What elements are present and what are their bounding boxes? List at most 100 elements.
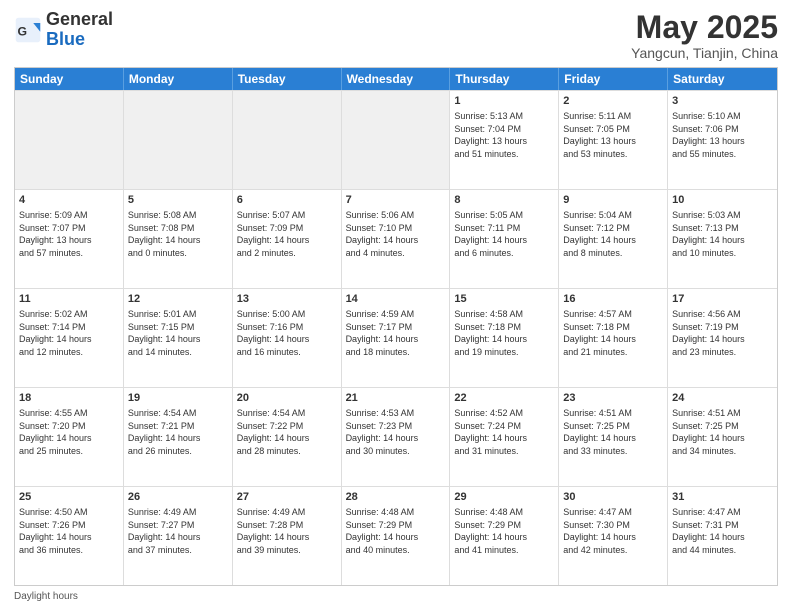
day-number: 7	[346, 193, 446, 208]
cell-info: Sunrise: 4:50 AM Sunset: 7:26 PM Dayligh…	[19, 506, 119, 556]
calendar-cell: 8Sunrise: 5:05 AM Sunset: 7:11 PM Daylig…	[450, 190, 559, 288]
day-number: 28	[346, 490, 446, 505]
day-number: 25	[19, 490, 119, 505]
cell-info: Sunrise: 4:53 AM Sunset: 7:23 PM Dayligh…	[346, 407, 446, 457]
day-number: 19	[128, 391, 228, 406]
calendar-cell: 26Sunrise: 4:49 AM Sunset: 7:27 PM Dayli…	[124, 487, 233, 585]
calendar-cell: 20Sunrise: 4:54 AM Sunset: 7:22 PM Dayli…	[233, 388, 342, 486]
calendar-header: SundayMondayTuesdayWednesdayThursdayFrid…	[15, 68, 777, 90]
header-day-wednesday: Wednesday	[342, 68, 451, 90]
header-day-monday: Monday	[124, 68, 233, 90]
day-number: 24	[672, 391, 773, 406]
day-number: 27	[237, 490, 337, 505]
calendar-cell: 5Sunrise: 5:08 AM Sunset: 7:08 PM Daylig…	[124, 190, 233, 288]
calendar-cell: 29Sunrise: 4:48 AM Sunset: 7:29 PM Dayli…	[450, 487, 559, 585]
day-number: 16	[563, 292, 663, 307]
cell-info: Sunrise: 5:08 AM Sunset: 7:08 PM Dayligh…	[128, 209, 228, 259]
day-number: 20	[237, 391, 337, 406]
logo-icon: G	[14, 16, 42, 44]
calendar-cell: 9Sunrise: 5:04 AM Sunset: 7:12 PM Daylig…	[559, 190, 668, 288]
svg-text:G: G	[18, 24, 28, 38]
calendar-cell: 17Sunrise: 4:56 AM Sunset: 7:19 PM Dayli…	[668, 289, 777, 387]
day-number: 6	[237, 193, 337, 208]
title-block: May 2025 Yangcun, Tianjin, China	[631, 10, 778, 61]
header: G General Blue May 2025 Yangcun, Tianjin…	[14, 10, 778, 61]
day-number: 5	[128, 193, 228, 208]
cell-info: Sunrise: 5:13 AM Sunset: 7:04 PM Dayligh…	[454, 110, 554, 160]
cell-info: Sunrise: 4:55 AM Sunset: 7:20 PM Dayligh…	[19, 407, 119, 457]
calendar-row-2: 11Sunrise: 5:02 AM Sunset: 7:14 PM Dayli…	[15, 288, 777, 387]
header-day-tuesday: Tuesday	[233, 68, 342, 90]
header-day-friday: Friday	[559, 68, 668, 90]
calendar-cell: 24Sunrise: 4:51 AM Sunset: 7:25 PM Dayli…	[668, 388, 777, 486]
calendar-cell: 18Sunrise: 4:55 AM Sunset: 7:20 PM Dayli…	[15, 388, 124, 486]
footer: Daylight hours	[14, 591, 778, 602]
cell-info: Sunrise: 5:10 AM Sunset: 7:06 PM Dayligh…	[672, 110, 773, 160]
day-number: 3	[672, 94, 773, 109]
calendar-cell: 15Sunrise: 4:58 AM Sunset: 7:18 PM Dayli…	[450, 289, 559, 387]
cell-info: Sunrise: 4:59 AM Sunset: 7:17 PM Dayligh…	[346, 308, 446, 358]
logo-blue: Blue	[46, 29, 85, 49]
day-number: 12	[128, 292, 228, 307]
calendar-row-4: 25Sunrise: 4:50 AM Sunset: 7:26 PM Dayli…	[15, 486, 777, 585]
calendar-cell: 30Sunrise: 4:47 AM Sunset: 7:30 PM Dayli…	[559, 487, 668, 585]
calendar-cell: 19Sunrise: 4:54 AM Sunset: 7:21 PM Dayli…	[124, 388, 233, 486]
calendar-cell	[124, 91, 233, 189]
logo-general: General	[46, 9, 113, 29]
calendar-cell: 10Sunrise: 5:03 AM Sunset: 7:13 PM Dayli…	[668, 190, 777, 288]
calendar-row-3: 18Sunrise: 4:55 AM Sunset: 7:20 PM Dayli…	[15, 387, 777, 486]
calendar-cell	[233, 91, 342, 189]
calendar-cell: 22Sunrise: 4:52 AM Sunset: 7:24 PM Dayli…	[450, 388, 559, 486]
cell-info: Sunrise: 4:56 AM Sunset: 7:19 PM Dayligh…	[672, 308, 773, 358]
cell-info: Sunrise: 5:04 AM Sunset: 7:12 PM Dayligh…	[563, 209, 663, 259]
cell-info: Sunrise: 4:54 AM Sunset: 7:21 PM Dayligh…	[128, 407, 228, 457]
location: Yangcun, Tianjin, China	[631, 45, 778, 61]
calendar-cell: 31Sunrise: 4:47 AM Sunset: 7:31 PM Dayli…	[668, 487, 777, 585]
calendar-row-1: 4Sunrise: 5:09 AM Sunset: 7:07 PM Daylig…	[15, 189, 777, 288]
day-number: 18	[19, 391, 119, 406]
calendar-cell	[342, 91, 451, 189]
day-number: 2	[563, 94, 663, 109]
day-number: 1	[454, 94, 554, 109]
cell-info: Sunrise: 5:06 AM Sunset: 7:10 PM Dayligh…	[346, 209, 446, 259]
cell-info: Sunrise: 4:49 AM Sunset: 7:27 PM Dayligh…	[128, 506, 228, 556]
calendar-cell: 3Sunrise: 5:10 AM Sunset: 7:06 PM Daylig…	[668, 91, 777, 189]
logo: G General Blue	[14, 10, 113, 50]
day-number: 22	[454, 391, 554, 406]
cell-info: Sunrise: 5:07 AM Sunset: 7:09 PM Dayligh…	[237, 209, 337, 259]
calendar-cell: 14Sunrise: 4:59 AM Sunset: 7:17 PM Dayli…	[342, 289, 451, 387]
calendar-cell: 13Sunrise: 5:00 AM Sunset: 7:16 PM Dayli…	[233, 289, 342, 387]
calendar-cell: 16Sunrise: 4:57 AM Sunset: 7:18 PM Dayli…	[559, 289, 668, 387]
cell-info: Sunrise: 4:58 AM Sunset: 7:18 PM Dayligh…	[454, 308, 554, 358]
cell-info: Sunrise: 5:02 AM Sunset: 7:14 PM Dayligh…	[19, 308, 119, 358]
day-number: 11	[19, 292, 119, 307]
calendar-cell: 28Sunrise: 4:48 AM Sunset: 7:29 PM Dayli…	[342, 487, 451, 585]
logo-text: General Blue	[46, 10, 113, 50]
cell-info: Sunrise: 5:03 AM Sunset: 7:13 PM Dayligh…	[672, 209, 773, 259]
cell-info: Sunrise: 5:01 AM Sunset: 7:15 PM Dayligh…	[128, 308, 228, 358]
calendar-cell: 7Sunrise: 5:06 AM Sunset: 7:10 PM Daylig…	[342, 190, 451, 288]
calendar-cell: 2Sunrise: 5:11 AM Sunset: 7:05 PM Daylig…	[559, 91, 668, 189]
calendar-cell: 12Sunrise: 5:01 AM Sunset: 7:15 PM Dayli…	[124, 289, 233, 387]
page: G General Blue May 2025 Yangcun, Tianjin…	[0, 0, 792, 612]
cell-info: Sunrise: 4:48 AM Sunset: 7:29 PM Dayligh…	[454, 506, 554, 556]
cell-info: Sunrise: 5:05 AM Sunset: 7:11 PM Dayligh…	[454, 209, 554, 259]
day-number: 9	[563, 193, 663, 208]
calendar-cell	[15, 91, 124, 189]
day-number: 31	[672, 490, 773, 505]
header-day-sunday: Sunday	[15, 68, 124, 90]
day-number: 15	[454, 292, 554, 307]
day-number: 29	[454, 490, 554, 505]
calendar-cell: 4Sunrise: 5:09 AM Sunset: 7:07 PM Daylig…	[15, 190, 124, 288]
cell-info: Sunrise: 4:52 AM Sunset: 7:24 PM Dayligh…	[454, 407, 554, 457]
calendar-row-0: 1Sunrise: 5:13 AM Sunset: 7:04 PM Daylig…	[15, 90, 777, 189]
cell-info: Sunrise: 4:47 AM Sunset: 7:31 PM Dayligh…	[672, 506, 773, 556]
cell-info: Sunrise: 4:47 AM Sunset: 7:30 PM Dayligh…	[563, 506, 663, 556]
calendar-body: 1Sunrise: 5:13 AM Sunset: 7:04 PM Daylig…	[15, 90, 777, 585]
day-number: 23	[563, 391, 663, 406]
day-number: 10	[672, 193, 773, 208]
calendar-cell: 21Sunrise: 4:53 AM Sunset: 7:23 PM Dayli…	[342, 388, 451, 486]
calendar: SundayMondayTuesdayWednesdayThursdayFrid…	[14, 67, 778, 586]
cell-info: Sunrise: 5:09 AM Sunset: 7:07 PM Dayligh…	[19, 209, 119, 259]
cell-info: Sunrise: 4:51 AM Sunset: 7:25 PM Dayligh…	[563, 407, 663, 457]
